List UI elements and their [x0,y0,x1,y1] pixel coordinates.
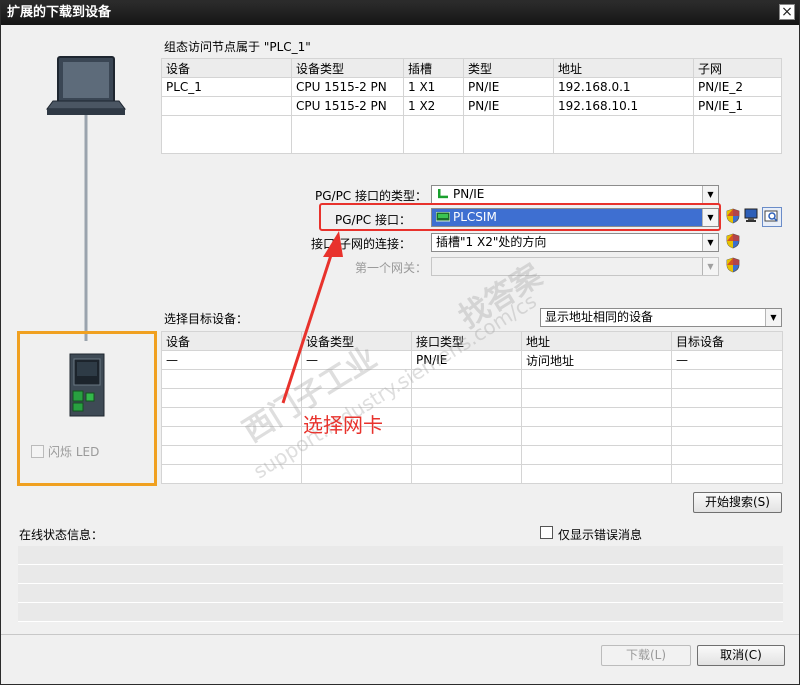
table-row[interactable] [161,388,783,408]
window-title: 扩展的下载到设备 [7,5,112,20]
table-row[interactable] [161,115,782,154]
target-devices-table: 设备 设备类型 接口类型 地址 目标设备 — — PN/IE 访问地址 — [161,331,783,484]
connection-select[interactable]: 插槽"1 X2"处的方向 ▼ [431,233,719,252]
annotation-arrow [281,231,343,404]
list-item [18,546,783,565]
table-row[interactable]: PLC_1 CPU 1515-2 PN 1 X1 PN/IE 192.168.0… [161,77,782,97]
col-target-device: 目标设备 [671,331,783,351]
table-header-row: 设备 设备类型 接口类型 地址 目标设备 [161,331,783,351]
config-section-caption: 组态访问节点属于 "PLC_1" [164,40,311,54]
col-device: 设备 [161,58,292,78]
status-caption: 在线状态信息： [19,528,104,542]
list-item [18,565,783,584]
diagnostics-button[interactable] [762,207,782,227]
pn-ie-icon [438,189,448,199]
chevron-down-icon[interactable]: ▼ [765,309,781,326]
table-row[interactable] [161,464,783,484]
config-nodes-table: 设备 设备类型 插槽 类型 地址 子网 PLC_1 CPU 1515-2 PN … [161,58,782,154]
flash-led-label: 闪烁 LED [48,445,100,459]
magnifier-icon [764,210,778,222]
table-row[interactable] [161,407,783,427]
annotation-highlight-box [319,203,721,231]
col-type: 类型 [463,58,554,78]
pg-pc-illustration [46,56,126,341]
title-bar: 扩展的下载到设备 × [1,1,799,25]
annotation-label: 选择网卡 [303,413,383,437]
target-filter-select[interactable]: 显示地址相同的设备 ▼ [540,308,782,327]
table-row[interactable] [161,445,783,465]
shield-icon [726,233,740,249]
col-device-type: 设备类型 [291,58,404,78]
errors-only-label: 仅显示错误消息 [558,528,643,542]
download-button[interactable]: 下载(L) [601,645,691,666]
col-address: 地址 [521,331,672,351]
target-section-caption: 选择目标设备： [164,312,249,326]
interface-type-select[interactable]: PN/IE ▼ [431,185,719,204]
plc-cpu-icon [69,353,105,417]
start-search-button[interactable]: 开始搜索(S) [693,492,782,513]
chevron-down-icon[interactable]: ▼ [702,186,718,203]
errors-only-checkbox[interactable] [540,526,553,539]
table-row[interactable] [161,426,783,446]
col-slot: 插槽 [403,58,464,78]
table-header-row: 设备 设备类型 插槽 类型 地址 子网 [161,58,782,78]
table-row[interactable]: CPU 1515-2 PN 1 X2 PN/IE 192.168.10.1 PN… [161,96,782,116]
cancel-button[interactable]: 取消(C) [697,645,785,666]
list-item [18,584,783,603]
table-row[interactable] [161,369,783,389]
col-address: 地址 [553,58,694,78]
close-icon[interactable]: × [779,4,795,20]
chevron-down-icon[interactable]: ▼ [702,234,718,251]
online-status-list [18,546,783,622]
list-item [18,603,783,622]
table-row[interactable]: — — PN/IE 访问地址 — [161,350,783,370]
gateway-select[interactable]: ▼ [431,257,719,276]
interface-type-label: PG/PC 接口的类型： [314,189,427,203]
laptop-icon [46,56,126,115]
computer-properties-icon[interactable] [743,207,759,223]
shield-icon [726,208,740,224]
flash-led-checkbox[interactable] [31,445,44,458]
shield-icon [726,257,740,273]
download-dialog: 扩展的下载到设备 × 闪烁 LED 组态访问节点属于 "PLC_1" 设备 设备… [0,0,800,685]
col-interface-type: 接口类型 [411,331,522,351]
chevron-down-icon[interactable]: ▼ [702,258,718,275]
footer-divider [1,634,799,635]
col-subnet: 子网 [693,58,782,78]
